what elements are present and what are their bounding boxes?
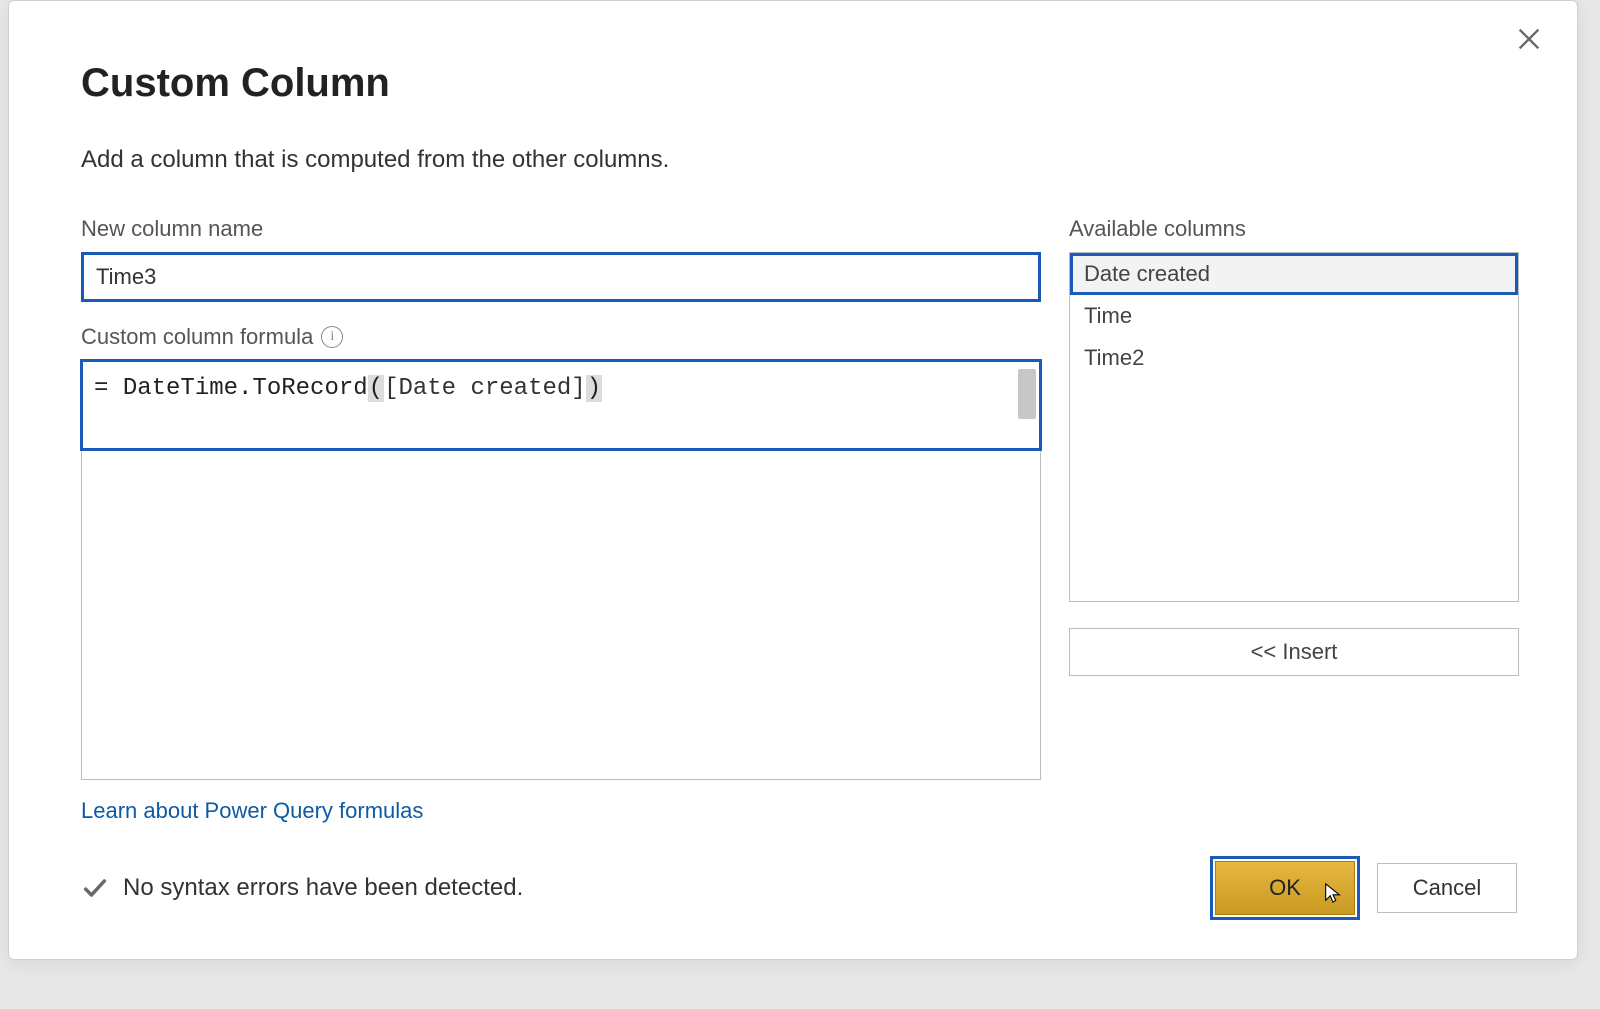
scrollbar-thumb[interactable] bbox=[1018, 369, 1036, 419]
learn-link[interactable]: Learn about Power Query formulas bbox=[81, 798, 423, 824]
cancel-button[interactable]: Cancel bbox=[1377, 863, 1517, 913]
insert-button[interactable]: << Insert bbox=[1069, 628, 1519, 676]
available-columns-label: Available columns bbox=[1069, 216, 1519, 242]
status-row: No syntax errors have been detected. bbox=[81, 874, 523, 902]
dialog-title: Custom Column bbox=[81, 61, 1505, 106]
formula-label: Custom column formula i bbox=[81, 324, 1041, 350]
ok-button-label: OK bbox=[1269, 875, 1301, 900]
status-message: No syntax errors have been detected. bbox=[123, 874, 523, 902]
button-row: OK Cancel bbox=[1215, 861, 1517, 915]
info-icon[interactable]: i bbox=[321, 326, 343, 348]
dialog-footer: No syntax errors have been detected. OK … bbox=[81, 861, 1517, 915]
formula-highlight-box bbox=[80, 359, 1042, 451]
formula-label-text: Custom column formula bbox=[81, 324, 313, 350]
formula-text: = DateTime.ToRecord([Date created]) bbox=[94, 375, 602, 402]
ok-button[interactable]: OK bbox=[1215, 861, 1355, 915]
custom-column-dialog: Custom Column Add a column that is compu… bbox=[8, 0, 1578, 960]
available-columns-list[interactable]: Date createdTimeTime2 bbox=[1069, 252, 1519, 602]
content-row: New column name Custom column formula i … bbox=[81, 216, 1505, 824]
close-icon bbox=[1515, 25, 1543, 53]
available-column-item[interactable]: Time2 bbox=[1070, 337, 1518, 379]
close-button[interactable] bbox=[1511, 21, 1547, 57]
formula-editor[interactable]: = DateTime.ToRecord([Date created]) bbox=[81, 360, 1041, 780]
new-column-name-label: New column name bbox=[81, 216, 1041, 242]
available-column-item[interactable]: Date created bbox=[1070, 253, 1518, 295]
left-column: New column name Custom column formula i … bbox=[81, 216, 1041, 824]
column-name-input[interactable] bbox=[81, 252, 1041, 302]
check-icon bbox=[81, 874, 109, 902]
cursor-icon bbox=[1322, 880, 1344, 906]
available-column-item[interactable]: Time bbox=[1070, 295, 1518, 337]
dialog-subtitle: Add a column that is computed from the o… bbox=[81, 146, 1505, 174]
right-column: Available columns Date createdTimeTime2 … bbox=[1069, 216, 1519, 824]
